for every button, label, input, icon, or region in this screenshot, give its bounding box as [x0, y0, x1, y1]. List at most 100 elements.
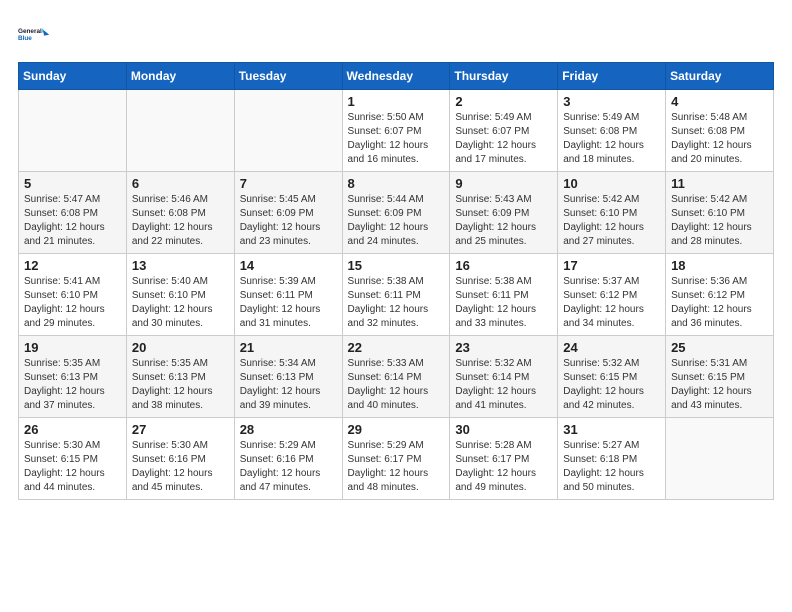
- day-info: Sunrise: 5:35 AMSunset: 6:13 PMDaylight:…: [24, 357, 121, 413]
- day-number: 28: [240, 422, 337, 437]
- calendar-cell: 10 Sunrise: 5:42 AMSunset: 6:10 PMDayligh…: [558, 172, 666, 254]
- day-number: 12: [24, 258, 121, 273]
- day-info: Sunrise: 5:32 AMSunset: 6:15 PMDaylight:…: [563, 357, 660, 413]
- calendar-cell: [126, 90, 234, 172]
- day-number: 23: [455, 340, 552, 355]
- calendar-cell: 8 Sunrise: 5:44 AMSunset: 6:09 PMDaylight…: [342, 172, 450, 254]
- day-info: Sunrise: 5:29 AMSunset: 6:16 PMDaylight:…: [240, 439, 337, 495]
- calendar-table: SundayMondayTuesdayWednesdayThursdayFrid…: [18, 62, 774, 500]
- day-info: Sunrise: 5:38 AMSunset: 6:11 PMDaylight:…: [348, 275, 445, 331]
- week-row-5: 26 Sunrise: 5:30 AMSunset: 6:15 PMDayligh…: [19, 418, 774, 500]
- calendar-cell: 25Sunrise: 5:31 AMSunset: 6:15 PMDayligh…: [666, 336, 774, 418]
- day-info: Sunrise: 5:30 AMSunset: 6:15 PMDaylight:…: [24, 439, 121, 495]
- weekday-header-wednesday: Wednesday: [342, 63, 450, 90]
- day-number: 1: [348, 94, 445, 109]
- calendar-cell: 6 Sunrise: 5:46 AMSunset: 6:08 PMDaylight…: [126, 172, 234, 254]
- day-info: Sunrise: 5:40 AMSunset: 6:10 PMDaylight:…: [132, 275, 229, 331]
- day-info: Sunrise: 5:39 AMSunset: 6:11 PMDaylight:…: [240, 275, 337, 331]
- calendar-cell: 22 Sunrise: 5:33 AMSunset: 6:14 PMDayligh…: [342, 336, 450, 418]
- calendar-cell: 28 Sunrise: 5:29 AMSunset: 6:16 PMDayligh…: [234, 418, 342, 500]
- day-info: Sunrise: 5:35 AMSunset: 6:13 PMDaylight:…: [132, 357, 229, 413]
- day-number: 7: [240, 176, 337, 191]
- day-info: Sunrise: 5:33 AMSunset: 6:14 PMDaylight:…: [348, 357, 445, 413]
- week-row-1: 1 Sunrise: 5:50 AMSunset: 6:07 PMDaylight…: [19, 90, 774, 172]
- day-info: Sunrise: 5:31 AMSunset: 6:15 PMDaylight:…: [671, 357, 768, 413]
- calendar-cell: 18 Sunrise: 5:36 AMSunset: 6:12 PMDayligh…: [666, 254, 774, 336]
- calendar-cell: 29 Sunrise: 5:29 AMSunset: 6:17 PMDayligh…: [342, 418, 450, 500]
- day-info: Sunrise: 5:27 AMSunset: 6:18 PMDaylight:…: [563, 439, 660, 495]
- calendar-cell: 31 Sunrise: 5:27 AMSunset: 6:18 PMDayligh…: [558, 418, 666, 500]
- calendar-cell: [19, 90, 127, 172]
- day-number: 2: [455, 94, 552, 109]
- day-info: Sunrise: 5:42 AMSunset: 6:10 PMDaylight:…: [671, 193, 768, 249]
- weekday-header-saturday: Saturday: [666, 63, 774, 90]
- day-number: 18: [671, 258, 768, 273]
- day-info: Sunrise: 5:42 AMSunset: 6:10 PMDaylight:…: [563, 193, 660, 249]
- day-number: 30: [455, 422, 552, 437]
- weekday-header-thursday: Thursday: [450, 63, 558, 90]
- day-number: 26: [24, 422, 121, 437]
- day-number: 16: [455, 258, 552, 273]
- calendar-cell: [234, 90, 342, 172]
- calendar-cell: 17Sunrise: 5:37 AMSunset: 6:12 PMDayligh…: [558, 254, 666, 336]
- day-number: 15: [348, 258, 445, 273]
- day-number: 11: [671, 176, 768, 191]
- calendar-cell: [666, 418, 774, 500]
- day-number: 19: [24, 340, 121, 355]
- calendar-cell: 15 Sunrise: 5:38 AMSunset: 6:11 PMDayligh…: [342, 254, 450, 336]
- calendar-cell: 30 Sunrise: 5:28 AMSunset: 6:17 PMDayligh…: [450, 418, 558, 500]
- week-row-4: 19 Sunrise: 5:35 AMSunset: 6:13 PMDayligh…: [19, 336, 774, 418]
- day-number: 8: [348, 176, 445, 191]
- day-number: 4: [671, 94, 768, 109]
- day-info: Sunrise: 5:49 AMSunset: 6:08 PMDaylight:…: [563, 111, 660, 167]
- header: GeneralBlue: [18, 18, 774, 50]
- day-number: 10: [563, 176, 660, 191]
- day-number: 24: [563, 340, 660, 355]
- logo-icon: GeneralBlue: [18, 18, 50, 50]
- weekday-header-sunday: Sunday: [19, 63, 127, 90]
- day-info: Sunrise: 5:28 AMSunset: 6:17 PMDaylight:…: [455, 439, 552, 495]
- day-info: Sunrise: 5:47 AMSunset: 6:08 PMDaylight:…: [24, 193, 121, 249]
- calendar-cell: 5 Sunrise: 5:47 AMSunset: 6:08 PMDaylight…: [19, 172, 127, 254]
- day-info: Sunrise: 5:50 AMSunset: 6:07 PMDaylight:…: [348, 111, 445, 167]
- calendar-cell: 2 Sunrise: 5:49 AMSunset: 6:07 PMDaylight…: [450, 90, 558, 172]
- svg-text:Blue: Blue: [18, 35, 32, 42]
- calendar-cell: 7Sunrise: 5:45 AMSunset: 6:09 PMDaylight…: [234, 172, 342, 254]
- page: GeneralBlue SundayMondayTuesdayWednesday…: [0, 0, 792, 518]
- day-info: Sunrise: 5:36 AMSunset: 6:12 PMDaylight:…: [671, 275, 768, 331]
- day-number: 22: [348, 340, 445, 355]
- svg-text:General: General: [18, 28, 42, 35]
- calendar-cell: 9Sunrise: 5:43 AMSunset: 6:09 PMDaylight…: [450, 172, 558, 254]
- weekday-header-row: SundayMondayTuesdayWednesdayThursdayFrid…: [19, 63, 774, 90]
- day-number: 31: [563, 422, 660, 437]
- calendar-cell: 12 Sunrise: 5:41 AMSunset: 6:10 PMDayligh…: [19, 254, 127, 336]
- day-info: Sunrise: 5:29 AMSunset: 6:17 PMDaylight:…: [348, 439, 445, 495]
- day-info: Sunrise: 5:46 AMSunset: 6:08 PMDaylight:…: [132, 193, 229, 249]
- calendar-cell: 4Sunrise: 5:48 AMSunset: 6:08 PMDaylight…: [666, 90, 774, 172]
- day-info: Sunrise: 5:41 AMSunset: 6:10 PMDaylight:…: [24, 275, 121, 331]
- calendar-cell: 1 Sunrise: 5:50 AMSunset: 6:07 PMDaylight…: [342, 90, 450, 172]
- logo: GeneralBlue: [18, 18, 50, 50]
- week-row-2: 5 Sunrise: 5:47 AMSunset: 6:08 PMDaylight…: [19, 172, 774, 254]
- day-info: Sunrise: 5:34 AMSunset: 6:13 PMDaylight:…: [240, 357, 337, 413]
- day-number: 14: [240, 258, 337, 273]
- calendar-cell: 14 Sunrise: 5:39 AMSunset: 6:11 PMDayligh…: [234, 254, 342, 336]
- day-number: 21: [240, 340, 337, 355]
- day-info: Sunrise: 5:49 AMSunset: 6:07 PMDaylight:…: [455, 111, 552, 167]
- day-info: Sunrise: 5:38 AMSunset: 6:11 PMDaylight:…: [455, 275, 552, 331]
- day-number: 9: [455, 176, 552, 191]
- day-info: Sunrise: 5:44 AMSunset: 6:09 PMDaylight:…: [348, 193, 445, 249]
- day-number: 5: [24, 176, 121, 191]
- calendar-cell: 13 Sunrise: 5:40 AMSunset: 6:10 PMDayligh…: [126, 254, 234, 336]
- day-number: 13: [132, 258, 229, 273]
- weekday-header-tuesday: Tuesday: [234, 63, 342, 90]
- calendar-cell: 20 Sunrise: 5:35 AMSunset: 6:13 PMDayligh…: [126, 336, 234, 418]
- day-number: 20: [132, 340, 229, 355]
- day-number: 6: [132, 176, 229, 191]
- day-info: Sunrise: 5:32 AMSunset: 6:14 PMDaylight:…: [455, 357, 552, 413]
- day-info: Sunrise: 5:30 AMSunset: 6:16 PMDaylight:…: [132, 439, 229, 495]
- calendar-cell: 23 Sunrise: 5:32 AMSunset: 6:14 PMDayligh…: [450, 336, 558, 418]
- calendar-cell: 21 Sunrise: 5:34 AMSunset: 6:13 PMDayligh…: [234, 336, 342, 418]
- day-number: 29: [348, 422, 445, 437]
- calendar-cell: 19 Sunrise: 5:35 AMSunset: 6:13 PMDayligh…: [19, 336, 127, 418]
